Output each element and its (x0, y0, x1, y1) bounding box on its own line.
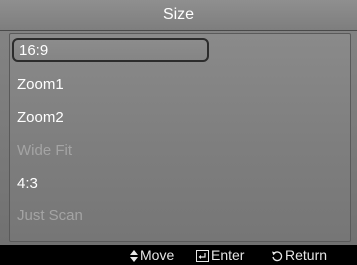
enter-hint: Enter (196, 245, 244, 265)
menu-item-4-3[interactable]: 4:3 (12, 173, 38, 197)
menu-title: Size (0, 0, 357, 31)
move-label: Move (140, 247, 175, 263)
menu-item-zoom2[interactable]: Zoom2 (12, 107, 64, 131)
menu-item-16-9[interactable]: 16:9 (12, 38, 209, 62)
osd-menu: Size 16:9 Zoom1 Zoom2 Wide Fit 4:3 Just … (0, 0, 357, 265)
menu-item-wide-fit: Wide Fit (17, 142, 73, 159)
menu-item-zoom1[interactable]: Zoom1 (12, 74, 64, 98)
move-hint: Move (130, 245, 174, 265)
enter-label: Enter (211, 247, 245, 263)
menu-item-just-scan: Just Scan (17, 207, 83, 224)
enter-icon (196, 245, 209, 265)
return-label: Return (285, 247, 328, 263)
button-guide-bar: Move Enter Return (0, 245, 357, 265)
size-options-list: 16:9 Zoom1 Zoom2 Wide Fit 4:3 Just Scan (9, 33, 351, 242)
return-icon (271, 245, 283, 265)
return-hint: Return (271, 245, 327, 265)
updown-arrow-icon (130, 245, 138, 265)
